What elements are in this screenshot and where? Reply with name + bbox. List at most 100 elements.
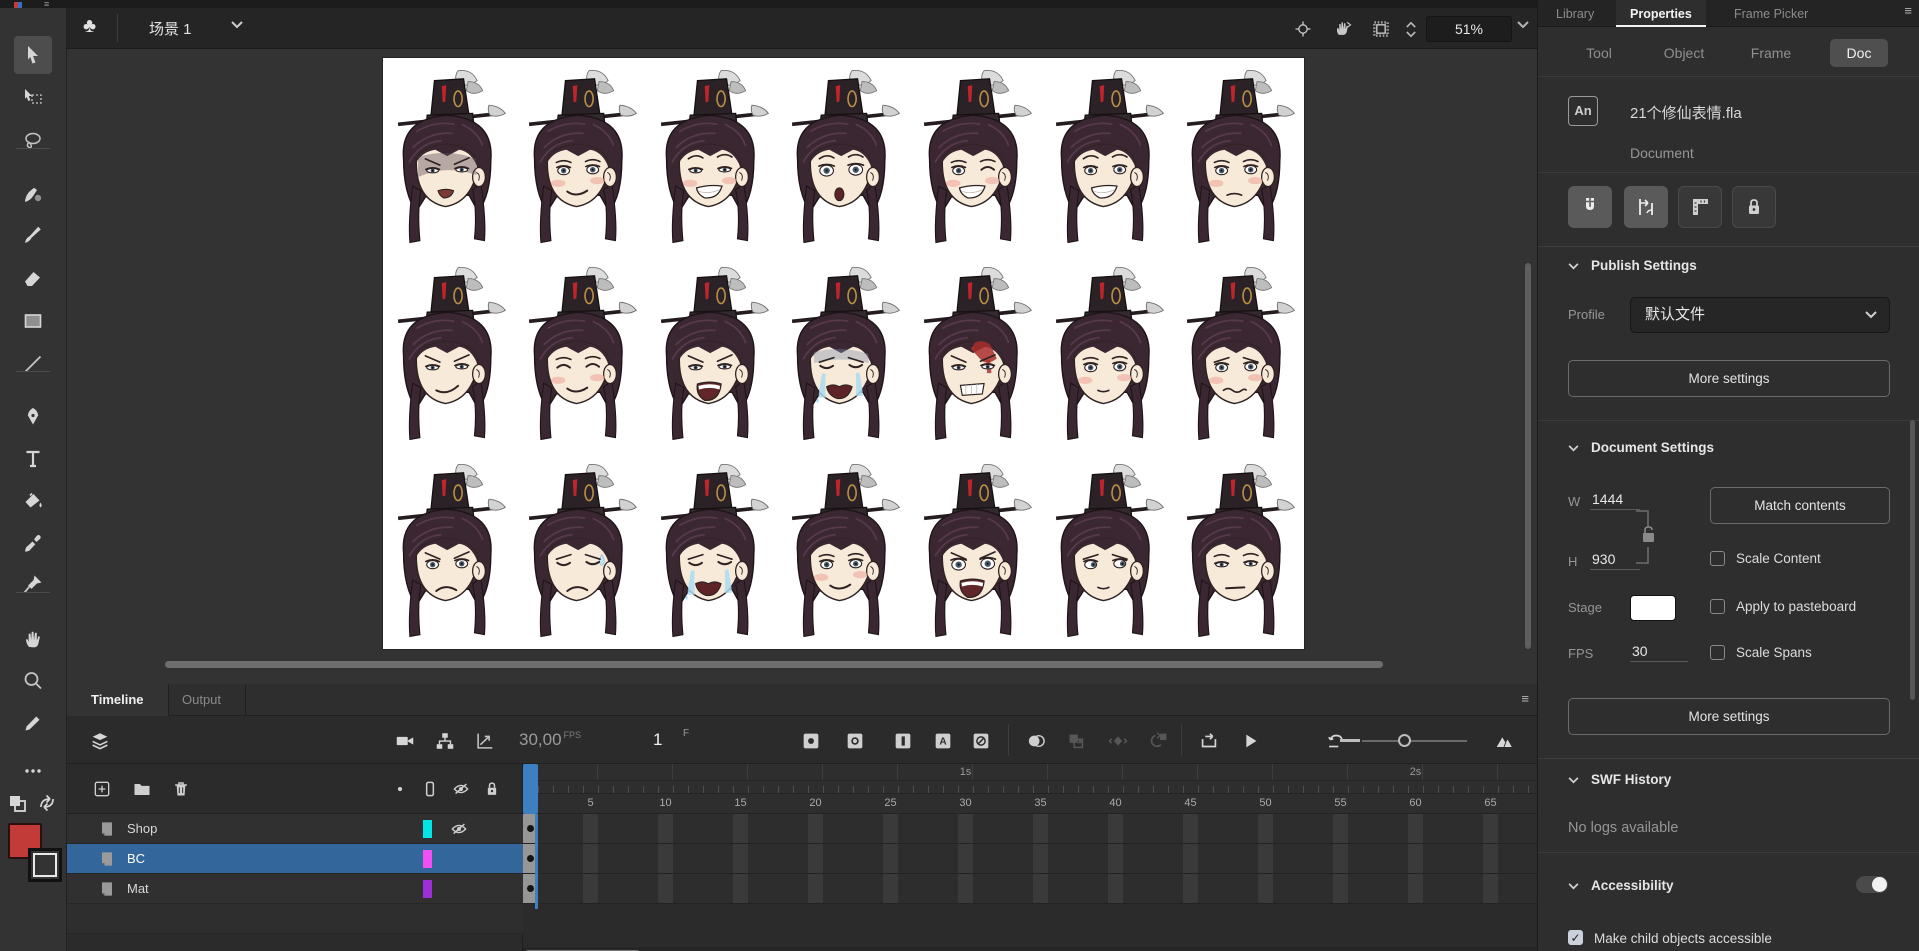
zoom-chevron-down-icon[interactable] — [1517, 21, 1529, 29]
stage-color-swatch[interactable] — [1630, 595, 1676, 621]
expression-cheerful[interactable]: .ln{fill:none;stroke:#2e2222;stroke-widt… — [1041, 58, 1173, 255]
profile-dropdown[interactable]: 默认文件 — [1630, 297, 1890, 333]
expression-calm[interactable]: .ln{fill:none;stroke:#2e2222;stroke-widt… — [1041, 255, 1173, 452]
publish-settings-header[interactable]: Publish Settings — [1568, 258, 1697, 273]
lock-all-button[interactable] — [479, 776, 505, 802]
make-child-accessible-checkbox[interactable]: ✓ — [1568, 930, 1583, 945]
fps-input[interactable]: 30 — [1630, 643, 1688, 662]
layer-color-swatch[interactable] — [423, 850, 432, 868]
timeline-panel-menu-icon[interactable]: ≡ — [1521, 691, 1529, 706]
tool-pen-tool[interactable] — [14, 398, 52, 436]
match-contents-button[interactable]: Match contents — [1710, 487, 1890, 524]
scene-name[interactable]: 场景 1 — [149, 18, 192, 39]
node-tree-button[interactable] — [432, 728, 458, 754]
tool-more-tools[interactable] — [14, 752, 52, 790]
expression-smug-grin[interactable]: .ln{fill:none;stroke:#2e2222;stroke-widt… — [646, 58, 778, 255]
swap-arrows-icon[interactable] — [34, 790, 60, 816]
layer-name[interactable]: Mat — [127, 881, 149, 896]
frame-row-bc[interactable] — [523, 844, 1537, 874]
swf-history-header[interactable]: SWF History — [1568, 772, 1671, 787]
stroke-color-swatch[interactable] — [28, 848, 62, 882]
subtab-frame[interactable]: Frame — [1742, 39, 1800, 67]
loop-frames-button[interactable] — [1196, 728, 1222, 754]
expression-pouting[interactable]: .ln{fill:none;stroke:#2e2222;stroke-widt… — [1172, 58, 1304, 255]
tool-hand-tool[interactable] — [14, 620, 52, 658]
layer-row-bc[interactable]: BC — [67, 844, 523, 874]
expression-gloomy[interactable]: .ln{fill:none;stroke:#2e2222;stroke-widt… — [383, 58, 515, 255]
stage-canvas[interactable]: .ln{fill:none;stroke:#2e2222;stroke-widt… — [383, 58, 1304, 649]
frames-horizontal-scrollbar[interactable] — [523, 947, 1537, 951]
expression-shouting[interactable]: .ln{fill:none;stroke:#2e2222;stroke-widt… — [646, 255, 778, 452]
tab-output[interactable]: Output — [158, 684, 246, 716]
layer-color-swatch[interactable] — [423, 880, 432, 898]
tool-lasso-tool[interactable] — [14, 122, 52, 160]
tool-pencil-tool[interactable] — [14, 704, 52, 742]
square-dot-button[interactable] — [798, 728, 824, 754]
outline-dot-button[interactable] — [387, 776, 413, 802]
pasteboard[interactable]: .ln{fill:none;stroke:#2e2222;stroke-widt… — [67, 49, 1537, 684]
swap-objects-icon[interactable] — [4, 790, 30, 816]
subtab-object[interactable]: Object — [1654, 39, 1714, 67]
tool-eyedropper-tool[interactable] — [14, 524, 52, 562]
paste-frames-button[interactable] — [1063, 728, 1089, 754]
panel-scrollbar[interactable] — [1910, 420, 1915, 700]
accessibility-toggle[interactable] — [1856, 876, 1888, 893]
expression-crying[interactable]: .ln{fill:none;stroke:#2e2222;stroke-widt… — [646, 452, 778, 649]
lock-guides-button[interactable] — [1732, 186, 1776, 228]
mountain-button[interactable] — [1491, 728, 1517, 754]
canvas-horizontal-scrollbar[interactable] — [165, 661, 1383, 668]
width-input[interactable]: 1444 — [1590, 491, 1640, 510]
expression-content[interactable]: .ln{fill:none;stroke:#2e2222;stroke-widt… — [515, 255, 647, 452]
ruler-guides-button[interactable] — [1678, 186, 1722, 228]
layer-row-shop[interactable]: Shop — [67, 814, 523, 844]
square-half-button[interactable] — [890, 728, 916, 754]
tool-line-tool[interactable] — [14, 345, 52, 383]
tool-asset-warp-tool[interactable] — [14, 565, 52, 603]
accessibility-header[interactable]: Accessibility — [1568, 878, 1674, 893]
tool-fluid-brush-tool[interactable] — [14, 175, 52, 213]
square-a-button[interactable]: A — [930, 728, 956, 754]
square-slash-button[interactable] — [968, 728, 994, 754]
tab-frame-picker[interactable]: Frame Picker — [1720, 0, 1822, 27]
expression-dejected[interactable]: .ln{fill:none;stroke:#2e2222;stroke-widt… — [1041, 452, 1173, 649]
expression-sobbing[interactable]: .ln{fill:none;stroke:#2e2222;stroke-widt… — [778, 255, 910, 452]
expression-yelling[interactable]: .ln{fill:none;stroke:#2e2222;stroke-widt… — [909, 452, 1041, 649]
frame-row-mat[interactable] — [523, 874, 1537, 904]
expression-bloodied[interactable]: .ln{fill:none;stroke:#2e2222;stroke-widt… — [909, 255, 1041, 452]
zoom-stepper[interactable] — [1403, 15, 1419, 43]
expression-sly[interactable]: .ln{fill:none;stroke:#2e2222;stroke-widt… — [383, 255, 515, 452]
graph-button[interactable] — [472, 728, 498, 754]
clip-content-icon[interactable] — [1368, 16, 1394, 42]
tool-classic-brush-tool[interactable] — [14, 216, 52, 254]
scene-chevron-down-icon[interactable] — [231, 21, 243, 29]
diamond-arrows-button[interactable] — [1105, 728, 1131, 754]
tool-paint-bucket-tool[interactable] — [14, 482, 52, 520]
height-input[interactable]: 930 — [1590, 551, 1640, 570]
delete-layer-button[interactable] — [168, 776, 194, 802]
square-circle-button[interactable] — [842, 728, 868, 754]
menu-icon[interactable]: ≡ — [44, 1, 49, 8]
document-settings-header[interactable]: Document Settings — [1568, 440, 1714, 455]
magnet-snap-button[interactable] — [1568, 186, 1612, 228]
layer-name[interactable]: Shop — [127, 821, 157, 836]
layer-hidden-eye-icon[interactable] — [449, 819, 469, 839]
thumbnail-column-button[interactable] — [417, 776, 443, 802]
zoom-level-input[interactable]: 51% — [1426, 16, 1512, 42]
playhead[interactable] — [523, 764, 538, 814]
tab-timeline[interactable]: Timeline — [67, 684, 169, 716]
camera-button[interactable] — [392, 728, 418, 754]
tab-library[interactable]: Library — [1542, 0, 1608, 27]
tool-selection-tool[interactable] — [14, 36, 52, 74]
tool-rectangle-tool[interactable] — [14, 302, 52, 340]
tool-text-tool[interactable] — [14, 440, 52, 478]
layer-row-mat[interactable]: Mat — [67, 874, 523, 904]
tool-zoom-tool[interactable] — [14, 662, 52, 700]
tab-properties[interactable]: Properties — [1616, 0, 1706, 27]
expression-angry[interactable]: .ln{fill:none;stroke:#2e2222;stroke-widt… — [383, 452, 515, 649]
expression-wink[interactable]: .ln{fill:none;stroke:#2e2222;stroke-widt… — [909, 58, 1041, 255]
expression-shy[interactable]: .ln{fill:none;stroke:#2e2222;stroke-widt… — [778, 452, 910, 649]
expression-pleased[interactable]: .ln{fill:none;stroke:#2e2222;stroke-widt… — [515, 58, 647, 255]
rotate-view-icon[interactable] — [1330, 16, 1356, 42]
add-layer-button[interactable] — [89, 776, 115, 802]
tool-subselection-tool[interactable] — [14, 79, 52, 117]
